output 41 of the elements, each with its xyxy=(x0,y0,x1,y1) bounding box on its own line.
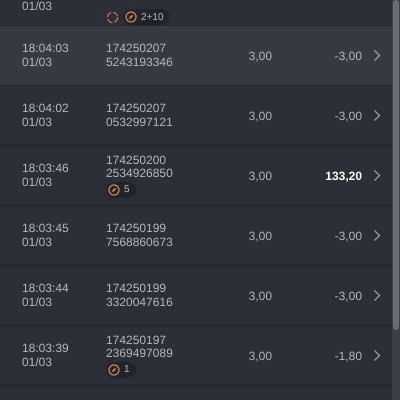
round-id: 174250207 xyxy=(106,102,166,116)
ticket-id: 0532997121 xyxy=(106,116,173,129)
stake-amount: 3,00 xyxy=(248,228,272,242)
bonus-badge: 5 xyxy=(106,182,136,198)
round-id: 174250199 xyxy=(106,282,166,296)
bet-time: 18:03:39 xyxy=(22,342,69,356)
stake-amount: 3,00 xyxy=(248,348,272,362)
bet-row[interactable]: 18:04:03 01/03 174250207 5243193346 3,00 -3,00 xyxy=(0,26,392,86)
round-id: 174250207 xyxy=(106,42,166,56)
ticket-id: 3320047616 xyxy=(106,296,173,309)
bet-time: 18:04:02 xyxy=(22,102,69,116)
round-id: 174250197 xyxy=(106,334,166,347)
bet-time: 18:03:46 xyxy=(22,162,69,176)
result-amount: -3,00 xyxy=(334,288,362,302)
bet-date: 01/03 xyxy=(22,296,52,309)
bet-date: 01/03 xyxy=(22,236,52,249)
round-id: 174250200 xyxy=(106,154,166,167)
bet-time: 18:03:44 xyxy=(22,282,69,296)
ticket-id: 5243193346 xyxy=(106,56,173,69)
result-amount: -1,80 xyxy=(334,348,362,362)
stake-amount: 3,00 xyxy=(248,48,272,62)
bonus-badge: 2+10 xyxy=(123,9,170,25)
ticket-id: 7568860673 xyxy=(106,236,173,249)
bet-date: 01/03 xyxy=(22,56,52,69)
ticket-id: 2369497089 xyxy=(106,347,173,360)
bonus-badge: 1 xyxy=(106,362,136,378)
result-amount: -3,00 xyxy=(334,108,362,122)
result-amount: 133,20 xyxy=(324,168,362,182)
result-amount: -3,00 xyxy=(334,48,362,62)
bet-time: 18:03:45 xyxy=(22,222,69,236)
round-id: 174250199 xyxy=(106,222,166,236)
bet-time: 18:04:03 xyxy=(22,42,69,56)
stake-amount: 3,00 xyxy=(248,168,272,182)
bet-date: 01/03 xyxy=(22,356,52,369)
bet-date: 01/03 xyxy=(22,116,52,129)
result-amount: -3,00 xyxy=(334,228,362,242)
stake-amount: 3,00 xyxy=(248,108,272,122)
ticket-id: 2534926850 xyxy=(106,167,173,180)
stake-amount: 3,00 xyxy=(248,288,272,302)
bet-date: 01/03 xyxy=(22,176,52,189)
bet-date: 01/03 xyxy=(22,0,54,14)
